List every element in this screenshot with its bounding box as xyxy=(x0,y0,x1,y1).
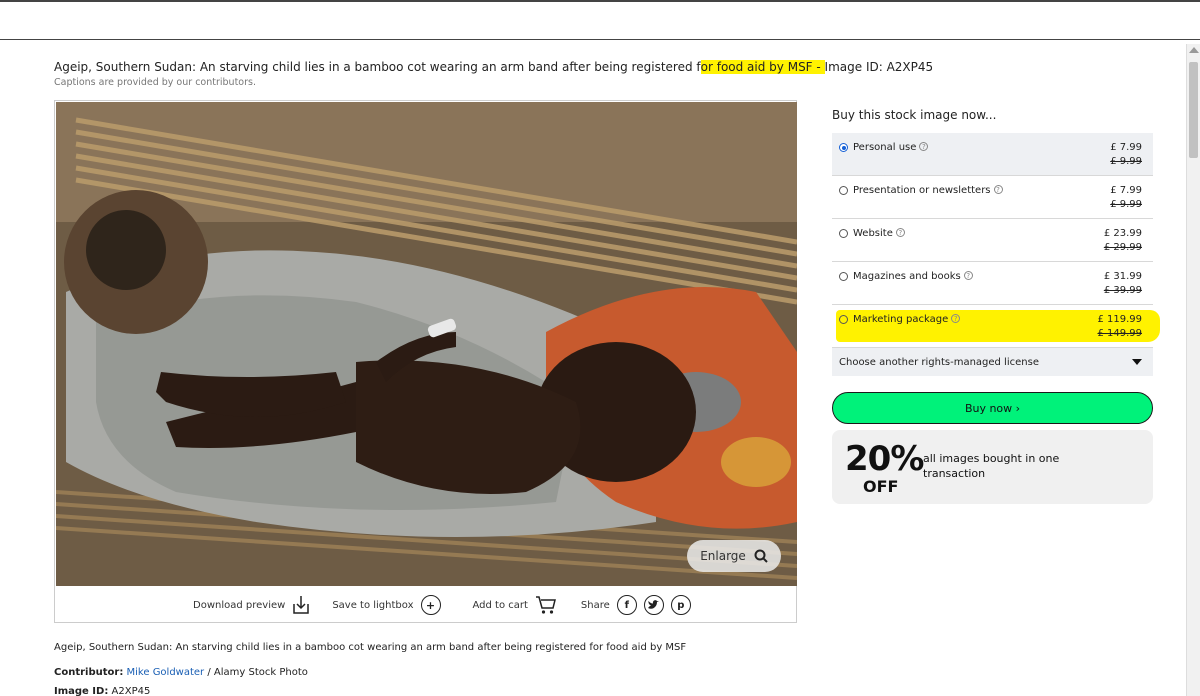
image-description: Ageip, Southern Sudan: An starving child… xyxy=(54,642,687,653)
other-license-label: Choose another rights-managed license xyxy=(839,356,1039,368)
license-original-price: £ 39.99 xyxy=(1103,285,1142,296)
buy-panel-title: Buy this stock image now... xyxy=(832,108,997,122)
contributor-agency: / Alamy Stock Photo xyxy=(204,667,308,678)
caption-image-id: Image ID: A2XP45 xyxy=(824,60,934,74)
license-price: £ 119.99 xyxy=(1097,314,1142,325)
promo-text: all images bought in one transaction xyxy=(923,452,1060,480)
license-original-price: £ 9.99 xyxy=(1110,156,1142,167)
share-action: Share f p xyxy=(581,595,691,615)
browser-top-bar xyxy=(0,0,1200,40)
license-name: Website xyxy=(853,228,893,239)
add-to-cart-label: Add to cart xyxy=(472,599,528,611)
help-icon[interactable]: ? xyxy=(919,142,929,151)
promo-percent: 20% xyxy=(845,439,924,479)
plus-circle-icon: + xyxy=(420,595,441,615)
download-icon xyxy=(292,595,310,615)
license-original-price: £ 9.99 xyxy=(1110,199,1142,210)
help-icon[interactable]: ? xyxy=(963,271,973,280)
download-preview-label: Download preview xyxy=(193,599,286,611)
pinterest-icon[interactable]: p xyxy=(670,595,691,615)
buy-now-button[interactable]: Buy now › xyxy=(832,392,1153,424)
license-original-price: £ 149.99 xyxy=(1097,328,1142,339)
scrollbar-thumb[interactable] xyxy=(1189,62,1198,158)
photo-panel: Enlarge Download preview Save to lightbo… xyxy=(54,100,797,623)
enlarge-label: Enlarge xyxy=(700,549,746,563)
contributor-link[interactable]: Mike Goldwater xyxy=(127,667,205,678)
radio-unselected[interactable] xyxy=(839,315,848,324)
discount-promo: 20% OFF all images bought in one transac… xyxy=(832,430,1153,504)
radio-selected[interactable] xyxy=(839,143,848,152)
scroll-up-arrow-icon[interactable] xyxy=(1189,47,1199,53)
license-options: Personal use? £ 7.99 £ 9.99 Presentation… xyxy=(832,133,1153,348)
magnifier-icon xyxy=(754,549,768,563)
caption-highlight: food aid by MSF - xyxy=(716,60,825,74)
license-price: £ 23.99 xyxy=(1103,228,1142,239)
help-icon[interactable]: ? xyxy=(951,314,961,323)
stock-photo[interactable]: Enlarge xyxy=(56,102,797,586)
save-to-lightbox-action[interactable]: Save to lightbox + xyxy=(332,595,441,615)
share-label: Share xyxy=(580,599,610,611)
license-price: £ 31.99 xyxy=(1103,271,1142,282)
caption-credit-note: Captions are provided by our contributor… xyxy=(54,77,256,88)
license-option-website[interactable]: Website? £ 23.99 £ 29.99 xyxy=(832,219,1153,262)
image-caption: Ageip, Southern Sudan: An starving child… xyxy=(54,60,933,74)
image-id-value: A2XP45 xyxy=(111,686,151,696)
stock-photo-illustration xyxy=(56,102,797,586)
other-license-dropdown[interactable]: Choose another rights-managed license xyxy=(832,348,1153,376)
save-to-lightbox-label: Save to lightbox xyxy=(332,599,414,611)
image-id-line: Image ID: A2XP45 xyxy=(54,686,150,696)
license-name: Presentation or newsletters xyxy=(853,185,991,196)
radio-unselected[interactable] xyxy=(839,272,848,281)
chevron-down-icon xyxy=(1132,359,1142,365)
radio-unselected[interactable] xyxy=(839,186,848,195)
enlarge-button[interactable]: Enlarge xyxy=(687,540,781,572)
license-option-personal-use[interactable]: Personal use? £ 7.99 £ 9.99 xyxy=(832,133,1153,176)
image-id-label: Image ID: xyxy=(54,686,109,696)
caption-text-1: Ageip, Southern Sudan: An starving child… xyxy=(54,60,701,74)
add-to-cart-action[interactable]: Add to cart xyxy=(473,595,557,615)
page-scrollbar[interactable] xyxy=(1186,44,1200,696)
license-name: Magazines and books xyxy=(853,271,961,282)
radio-unselected[interactable] xyxy=(839,229,848,238)
caption-text-2: or xyxy=(700,60,717,74)
help-icon[interactable]: ? xyxy=(993,185,1003,194)
photo-actions-bar: Download preview Save to lightbox + Add … xyxy=(55,587,796,623)
license-name: Personal use xyxy=(853,142,917,153)
license-option-marketing-package[interactable]: Marketing package? £ 119.99 £ 149.99 xyxy=(832,305,1153,348)
license-option-magazines-books[interactable]: Magazines and books? £ 31.99 £ 39.99 xyxy=(832,262,1153,305)
cart-icon xyxy=(535,595,557,615)
license-price: £ 7.99 xyxy=(1110,142,1142,153)
twitter-icon[interactable] xyxy=(643,595,664,615)
license-original-price: £ 29.99 xyxy=(1103,242,1142,253)
license-name: Marketing package xyxy=(853,314,949,325)
contributor-label: Contributor: xyxy=(54,667,124,678)
facebook-icon[interactable]: f xyxy=(616,595,637,615)
license-price: £ 7.99 xyxy=(1110,185,1142,196)
promo-off: OFF xyxy=(863,477,899,496)
contributor-line: Contributor: Mike Goldwater / Alamy Stoc… xyxy=(54,667,308,678)
download-preview-action[interactable]: Download preview xyxy=(193,595,310,615)
license-option-presentation[interactable]: Presentation or newsletters? £ 7.99 £ 9.… xyxy=(832,176,1153,219)
help-icon[interactable]: ? xyxy=(895,228,905,237)
